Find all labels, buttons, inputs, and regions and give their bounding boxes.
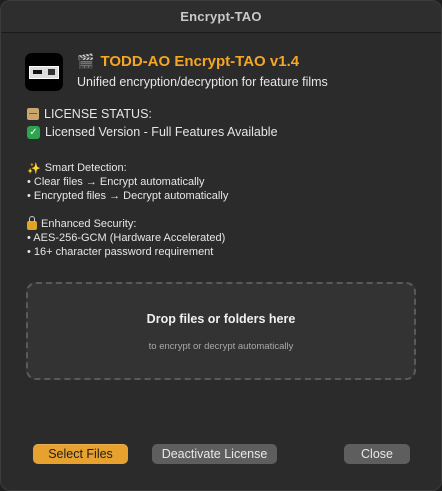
license-status-text: Licensed Version - Full Features Availab… xyxy=(45,125,278,139)
title-bar[interactable]: Encrypt-TAO xyxy=(1,1,441,33)
list-item: • Clear files → Encrypt automatically xyxy=(27,176,205,188)
security-heading: Enhanced Security: xyxy=(41,218,137,230)
smart-detection-heading: Smart Detection: xyxy=(44,162,127,174)
header-text: 🎬 TODD-AO Encrypt-TAO v1.4 Unified encry… xyxy=(77,51,328,90)
list-item: • 16+ character password requirement xyxy=(27,246,214,258)
drop-zone-subtitle: to encrypt or decrypt automatically xyxy=(148,341,294,352)
app-title-row: 🎬 TODD-AO Encrypt-TAO v1.4 xyxy=(77,51,328,71)
smart-detection-section: ✨ Smart Detection: • Clear files → Encry… xyxy=(27,161,228,203)
app-subtitle: Unified encryption/decryption for featur… xyxy=(77,75,328,89)
select-files-button[interactable]: Select Files xyxy=(33,444,128,464)
license-heading-section: LICENSE STATUS: xyxy=(27,105,152,123)
drop-zone-title: Drop files or folders here xyxy=(146,312,296,326)
scroll-icon xyxy=(27,108,39,120)
close-button[interactable]: Close xyxy=(344,444,410,464)
window-title: Encrypt-TAO xyxy=(180,9,262,24)
logo-graphic xyxy=(29,65,59,79)
film-strip-logo xyxy=(25,53,63,91)
file-drop-zone[interactable]: Drop files or folders here to encrypt or… xyxy=(26,282,416,380)
license-heading: LICENSE STATUS: xyxy=(44,107,152,121)
app-window: Encrypt-TAO 🎬 TODD-AO Encrypt-TAO v1.4 U… xyxy=(0,0,442,491)
list-item: • Encrypted files → Decrypt automaticall… xyxy=(27,190,229,202)
sparkles-icon: ✨ xyxy=(27,162,41,175)
lock-icon xyxy=(27,215,37,230)
app-header: 🎬 TODD-AO Encrypt-TAO v1.4 Unified encry… xyxy=(25,53,328,91)
list-item: • AES-256-GCM (Hardware Accelerated) xyxy=(27,232,226,244)
app-title: TODD-AO Encrypt-TAO v1.4 xyxy=(100,52,300,70)
deactivate-license-button[interactable]: Deactivate License xyxy=(152,444,277,464)
license-status-section: ✓ Licensed Version - Full Features Avail… xyxy=(27,123,278,141)
check-mark-icon: ✓ xyxy=(27,125,40,139)
security-section: Enhanced Security: • AES-256-GCM (Hardwa… xyxy=(27,215,226,259)
clapper-board-icon: 🎬 xyxy=(77,52,95,69)
